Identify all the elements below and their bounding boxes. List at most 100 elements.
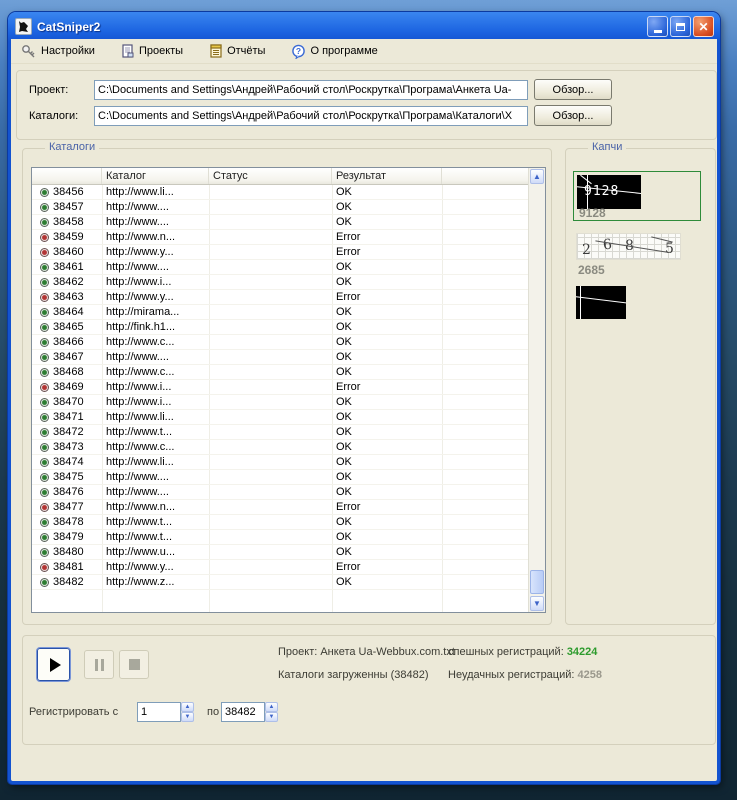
table-row[interactable]: 38463 http://www.y... Error (32, 290, 528, 305)
table-row[interactable]: 38482 http://www.z... OK (32, 575, 528, 590)
row-id: 38459 (53, 231, 84, 243)
minimize-button[interactable] (647, 16, 668, 37)
row-id: 38464 (53, 306, 84, 318)
row-result: OK (336, 336, 352, 348)
row-result: OK (336, 216, 352, 228)
row-url: http://fink.h1... (106, 321, 176, 333)
row-id: 38469 (53, 381, 84, 393)
table-row[interactable]: 38470 http://www.i... OK (32, 395, 528, 410)
key-icon (21, 44, 37, 59)
close-button[interactable]: ✕ (693, 16, 714, 37)
table-row[interactable]: 38468 http://www.c... OK (32, 365, 528, 380)
pause-button[interactable] (84, 650, 114, 679)
column-header-icon[interactable] (32, 168, 102, 184)
spin-up-icon[interactable]: ▲ (181, 702, 194, 712)
row-result: OK (336, 276, 352, 288)
table-row[interactable]: 38467 http://www.... OK (32, 350, 528, 365)
table-row[interactable]: 38462 http://www.i... OK (32, 275, 528, 290)
window-title: CatSniper2 (37, 19, 101, 34)
spin-down-icon[interactable]: ▼ (265, 712, 278, 722)
row-result: Error (336, 246, 361, 258)
row-status (209, 350, 332, 364)
row-extra (442, 260, 528, 274)
row-extra (442, 185, 528, 199)
table-row[interactable]: 38477 http://www.n... Error (32, 500, 528, 515)
table-row[interactable]: 38460 http://www.y... Error (32, 245, 528, 260)
table-row[interactable]: 38473 http://www.c... OK (32, 440, 528, 455)
table-row[interactable]: 38479 http://www.t... OK (32, 530, 528, 545)
captcha-digit: 5 (665, 241, 674, 257)
table-row[interactable]: 38465 http://fink.h1... OK (32, 320, 528, 335)
toolbar-item-settings[interactable]: Настройки (21, 44, 95, 59)
register-from-spinner: ▲▼ (137, 702, 194, 722)
row-id: 38467 (53, 351, 84, 363)
project-path-input[interactable] (94, 80, 528, 100)
titlebar[interactable]: CatSniper2 ✕ (11, 12, 717, 39)
row-url: http://www.y... (106, 291, 174, 303)
stop-button[interactable] (119, 650, 149, 679)
register-to-input[interactable] (221, 702, 265, 722)
row-id: 38463 (53, 291, 84, 303)
column-header-catalog[interactable]: Каталог (102, 168, 209, 184)
scroll-up-icon[interactable]: ▲ (530, 169, 544, 184)
svg-text:?: ? (296, 46, 301, 56)
table-row[interactable]: 38469 http://www.i... Error (32, 380, 528, 395)
row-extra (442, 560, 528, 574)
column-header-status[interactable]: Статус (209, 168, 332, 184)
table-row[interactable]: 38456 http://www.li... OK (32, 185, 528, 200)
table-row[interactable]: 38476 http://www.... OK (32, 485, 528, 500)
row-result: OK (336, 471, 352, 483)
table-row[interactable]: 38475 http://www.... OK (32, 470, 528, 485)
row-id: 38479 (53, 531, 84, 543)
row-status (209, 515, 332, 529)
table-row[interactable]: 38459 http://www.n... Error (32, 230, 528, 245)
row-url: http://www.t... (106, 516, 173, 528)
row-extra (442, 440, 528, 454)
table-row[interactable]: 38471 http://www.li... OK (32, 410, 528, 425)
row-id: 38470 (53, 396, 84, 408)
table-row[interactable]: 38481 http://www.y... Error (32, 560, 528, 575)
table-row[interactable]: 38457 http://www.... OK (32, 200, 528, 215)
scroll-down-icon[interactable]: ▼ (530, 596, 544, 611)
column-header-extra[interactable] (442, 168, 528, 184)
table-row[interactable]: 38478 http://www.t... OK (32, 515, 528, 530)
table-row[interactable]: 38464 http://mirama... OK (32, 305, 528, 320)
vertical-scrollbar[interactable]: ▲ ▼ (528, 168, 545, 612)
table-row[interactable]: 38474 http://www.li... OK (32, 455, 528, 470)
scrollbar-thumb[interactable] (530, 570, 544, 594)
row-url: http://www.y... (106, 246, 174, 258)
toolbar-item-reports[interactable]: Отчёты (209, 43, 265, 59)
table-row[interactable]: 38466 http://www.c... OK (32, 335, 528, 350)
maximize-button[interactable] (670, 16, 691, 37)
spin-down-icon[interactable]: ▼ (181, 712, 194, 722)
spin-up-icon[interactable]: ▲ (265, 702, 278, 712)
table-row[interactable]: 38472 http://www.t... OK (32, 425, 528, 440)
toolbar-item-about[interactable]: ? О программе (291, 44, 378, 59)
table-row[interactable]: 38458 http://www.... OK (32, 215, 528, 230)
table-row[interactable]: 38461 http://www.... OK (32, 260, 528, 275)
row-extra (442, 380, 528, 394)
row-status (209, 545, 332, 559)
row-result: OK (336, 531, 352, 543)
column-header-result[interactable]: Результат (332, 168, 442, 184)
register-from-input[interactable] (137, 702, 181, 722)
row-id: 38477 (53, 501, 84, 513)
row-extra (442, 365, 528, 379)
row-url: http://www.... (106, 201, 169, 213)
toolbar-item-projects[interactable]: Проекты (121, 43, 183, 59)
row-url: http://www.y... (106, 561, 174, 573)
catalogs-group-label: Каталоги (45, 141, 100, 153)
report-icon (209, 43, 223, 59)
catalogs-path-input[interactable] (94, 106, 528, 126)
catalogs-browse-button[interactable]: Обзор... (534, 105, 612, 126)
row-status (209, 260, 332, 274)
captcha-current-box: 9128 9128 (573, 171, 701, 221)
row-url: http://www.... (106, 261, 169, 273)
row-status (209, 380, 332, 394)
project-browse-button[interactable]: Обзор... (534, 79, 612, 100)
row-extra (442, 245, 528, 259)
start-button[interactable] (36, 647, 71, 682)
row-status (209, 425, 332, 439)
toolbar-item-label: О программе (310, 45, 378, 57)
table-row[interactable]: 38480 http://www.u... OK (32, 545, 528, 560)
